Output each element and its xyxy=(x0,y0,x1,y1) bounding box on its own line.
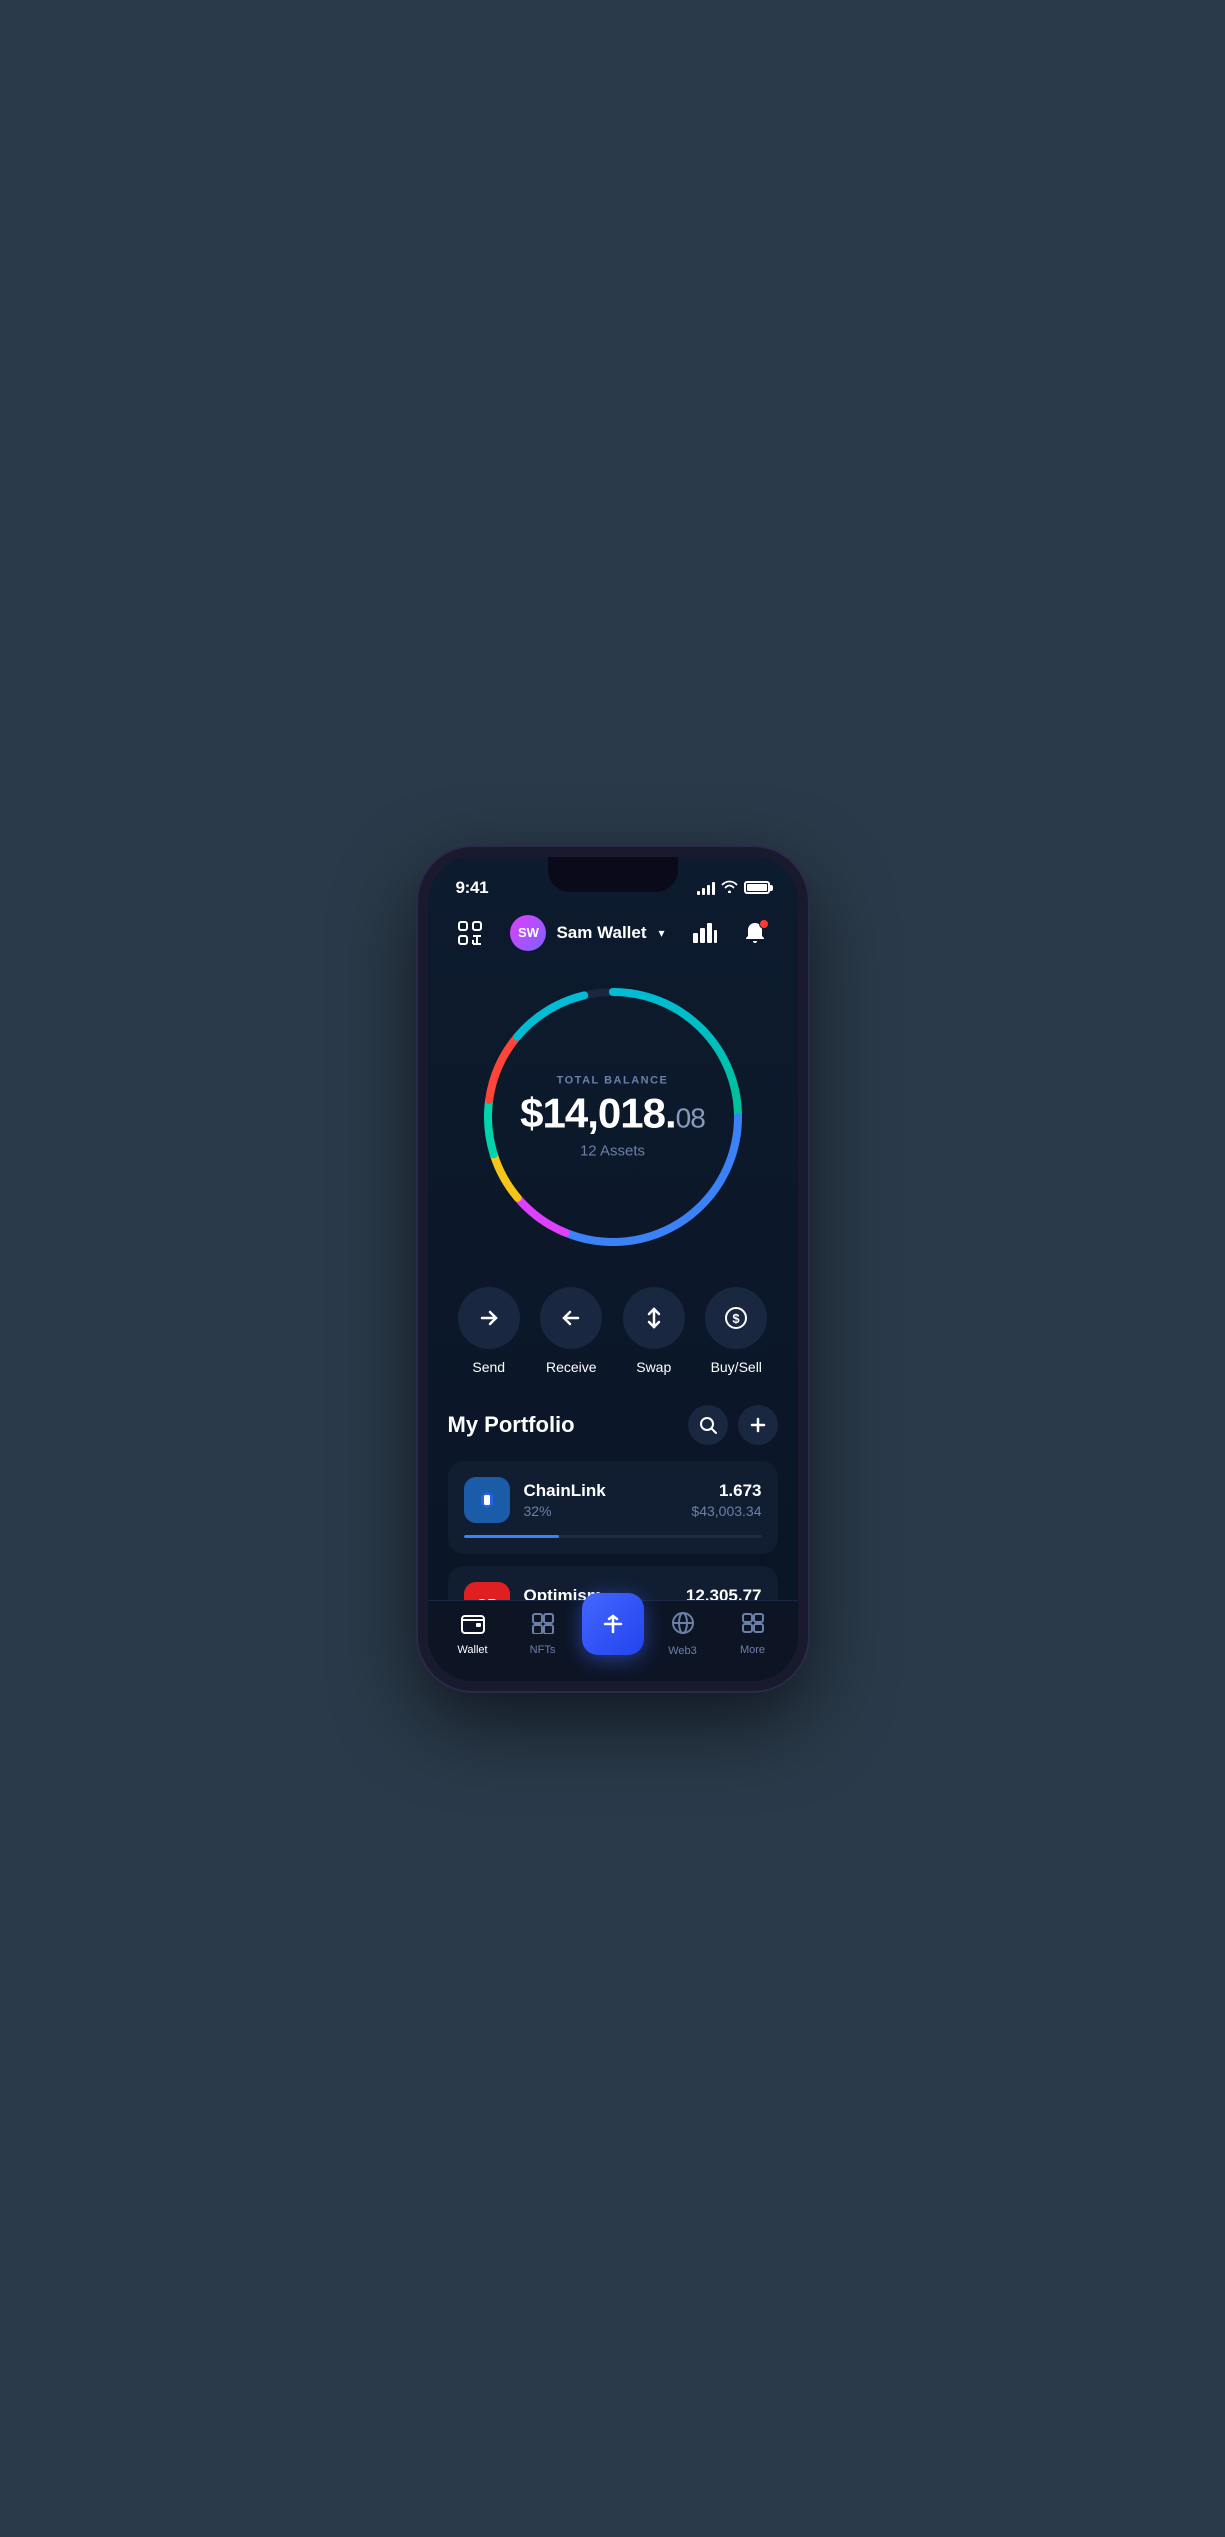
nav-item-nfts[interactable]: NFTs xyxy=(508,1612,578,1656)
swap-button[interactable]: Swap xyxy=(623,1287,685,1375)
chainlink-amount: 1.673 xyxy=(691,1481,761,1501)
balance-assets-count: 12 Assets xyxy=(520,1142,705,1159)
more-nav-icon xyxy=(741,1612,765,1640)
chainlink-percentage: 32% xyxy=(524,1503,678,1519)
receive-icon xyxy=(540,1287,602,1349)
balance-section: TOTAL BALANCE $14,018.08 12 Assets xyxy=(428,967,798,1277)
status-icons xyxy=(697,880,770,896)
nav-item-more[interactable]: More xyxy=(718,1612,788,1656)
balance-info: TOTAL BALANCE $14,018.08 12 Assets xyxy=(520,1074,705,1159)
signal-icon xyxy=(697,881,715,895)
header-actions xyxy=(687,915,773,951)
chainlink-name: ChainLink xyxy=(524,1481,678,1501)
chainlink-icon xyxy=(464,1477,510,1523)
center-action-button[interactable] xyxy=(582,1593,644,1655)
header: SW Sam Wallet ▾ xyxy=(428,907,798,967)
nav-item-web3[interactable]: Web3 xyxy=(648,1611,718,1657)
phone-frame: 9:41 xyxy=(418,847,808,1691)
chainlink-info: ChainLink 32% xyxy=(524,1481,678,1519)
portfolio-actions xyxy=(688,1405,778,1445)
bottom-nav: Wallet NFTs xyxy=(428,1600,798,1681)
more-nav-label: More xyxy=(740,1644,765,1656)
portfolio-header: My Portfolio xyxy=(448,1405,778,1445)
receive-button[interactable]: Receive xyxy=(540,1287,602,1375)
swap-label: Swap xyxy=(636,1359,671,1375)
balance-amount: $14,018.08 xyxy=(520,1092,705,1134)
web3-nav-icon xyxy=(671,1611,695,1641)
battery-icon xyxy=(744,881,770,894)
chainlink-progress-bar xyxy=(464,1535,762,1538)
send-button[interactable]: Send xyxy=(458,1287,520,1375)
send-icon xyxy=(458,1287,520,1349)
balance-label: TOTAL BALANCE xyxy=(520,1074,705,1086)
swap-icon xyxy=(623,1287,685,1349)
receive-label: Receive xyxy=(546,1359,597,1375)
phone-screen: 9:41 xyxy=(428,857,798,1681)
nav-item-wallet[interactable]: Wallet xyxy=(438,1612,508,1656)
notch xyxy=(548,857,678,892)
chart-icon[interactable] xyxy=(687,915,723,951)
user-name: Sam Wallet xyxy=(556,923,646,943)
wifi-icon xyxy=(721,880,738,896)
search-button[interactable] xyxy=(688,1405,728,1445)
chainlink-values: 1.673 $43,003.34 xyxy=(691,1481,761,1519)
wallet-nav-label: Wallet xyxy=(457,1644,487,1656)
chainlink-bar-fill xyxy=(464,1535,559,1538)
send-label: Send xyxy=(472,1359,505,1375)
chevron-down-icon: ▾ xyxy=(659,926,665,940)
notification-bell-icon[interactable] xyxy=(737,915,773,951)
asset-card-chainlink[interactable]: ChainLink 32% 1.673 $43,003.34 xyxy=(448,1461,778,1554)
notification-badge xyxy=(759,919,769,929)
nfts-nav-label: NFTs xyxy=(530,1644,556,1656)
wallet-nav-icon xyxy=(461,1612,485,1640)
nfts-nav-icon xyxy=(531,1612,555,1640)
buysell-label: Buy/Sell xyxy=(711,1359,762,1375)
portfolio-title: My Portfolio xyxy=(448,1412,575,1438)
nav-item-center[interactable] xyxy=(578,1613,648,1655)
buysell-button[interactable]: $ Buy/Sell xyxy=(705,1287,767,1375)
user-selector[interactable]: SW Sam Wallet ▾ xyxy=(510,915,664,951)
buysell-icon: $ xyxy=(705,1287,767,1349)
scan-icon[interactable] xyxy=(452,915,488,951)
balance-circle: TOTAL BALANCE $14,018.08 12 Assets xyxy=(473,977,753,1257)
web3-nav-label: Web3 xyxy=(668,1645,697,1657)
avatar: SW xyxy=(510,915,546,951)
add-asset-button[interactable] xyxy=(738,1405,778,1445)
chainlink-usd: $43,003.34 xyxy=(691,1503,761,1519)
svg-text:$: $ xyxy=(733,1311,741,1326)
status-time: 9:41 xyxy=(456,878,489,898)
actions-row: Send Receive xyxy=(428,1277,798,1405)
